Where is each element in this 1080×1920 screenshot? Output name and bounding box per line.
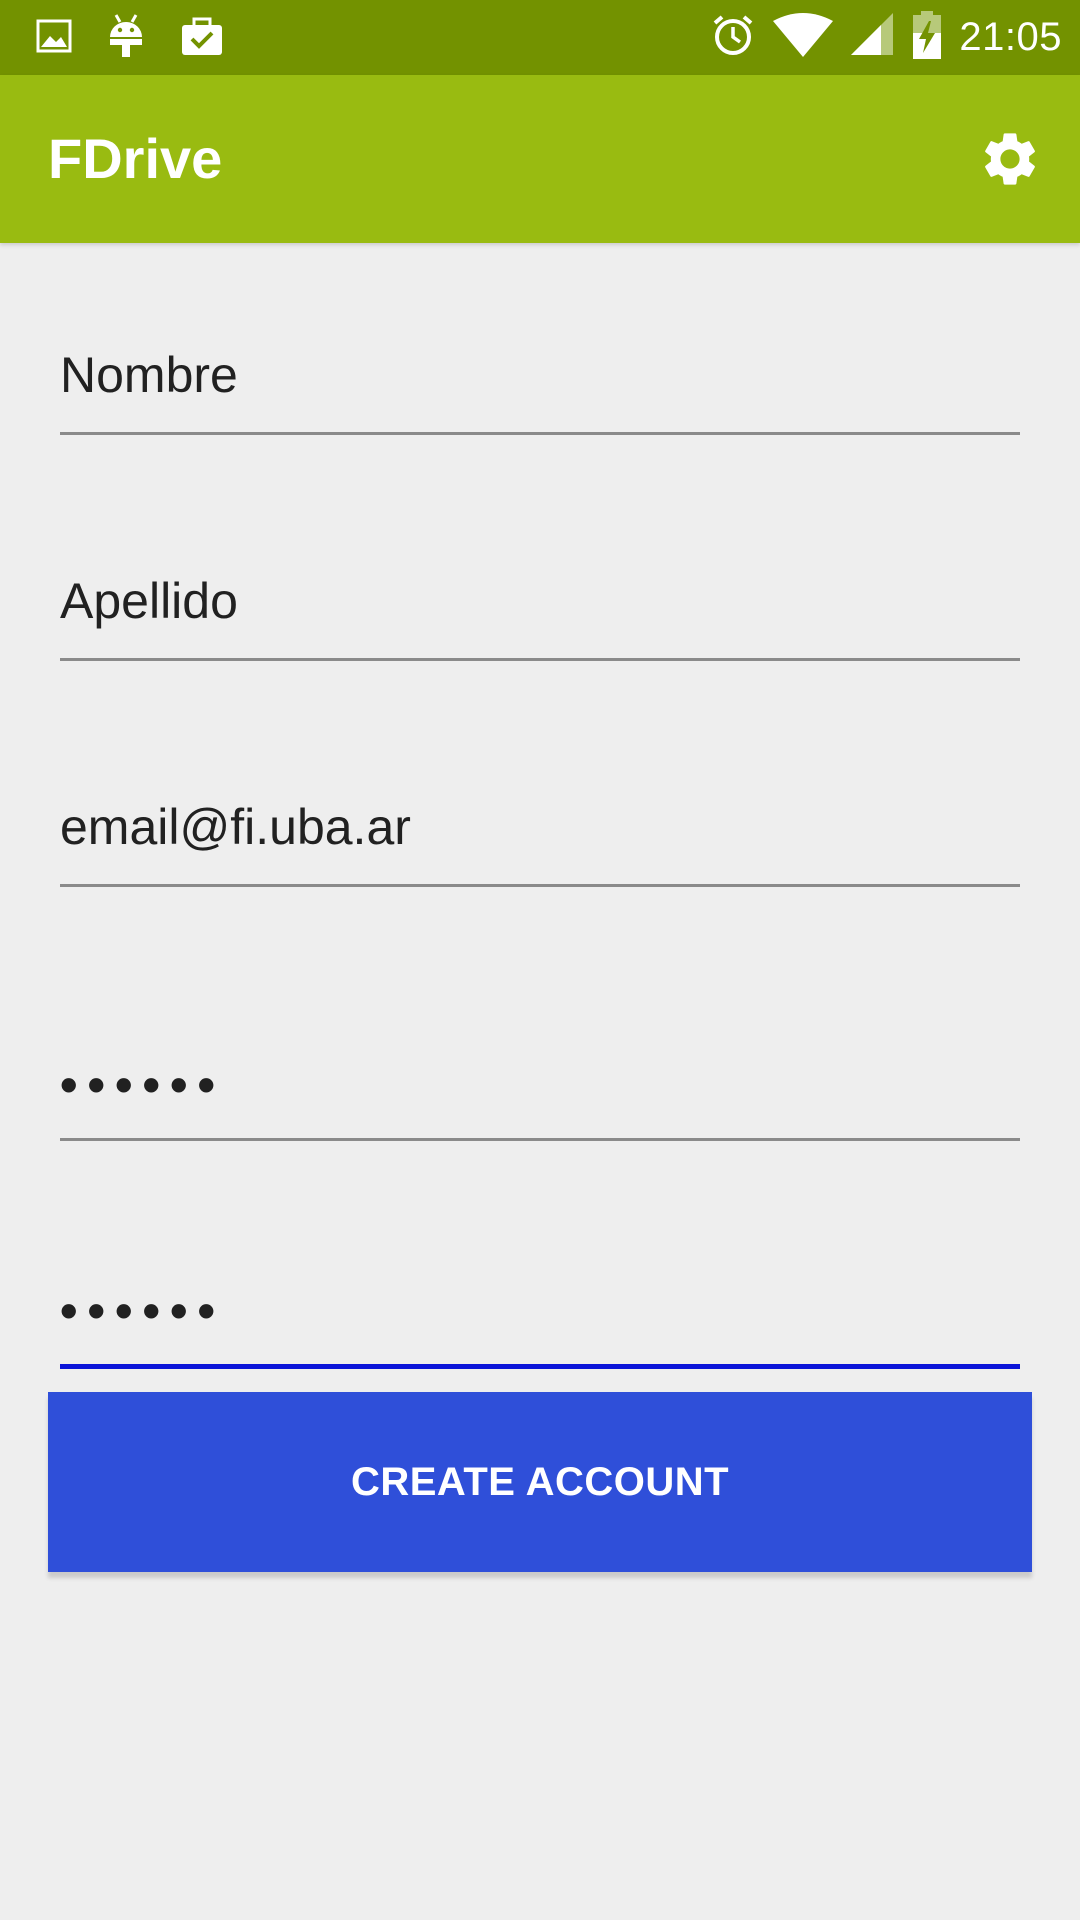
email-field[interactable]: email@fi.uba.ar [60, 792, 1020, 888]
wifi-icon [773, 13, 834, 62]
first-name-field[interactable]: Nombre [60, 340, 1020, 436]
first-name-value: Nombre [60, 347, 238, 403]
settings-button[interactable] [976, 125, 1044, 193]
image-icon [36, 19, 72, 58]
gear-icon [985, 133, 1035, 185]
last-name-underline [60, 658, 1020, 661]
app-bar: FDrive [0, 75, 1080, 243]
email-value: email@fi.uba.ar [60, 799, 411, 855]
briefcase-check-icon [180, 15, 224, 62]
notification-icons [36, 13, 224, 64]
system-icons: 21:05 [711, 0, 1062, 75]
password-value: •••••• [60, 1057, 226, 1113]
last-name-field[interactable]: Apellido [60, 566, 1020, 662]
app-title: FDrive [48, 127, 223, 190]
create-account-label: CREATE ACCOUNT [350, 1459, 730, 1504]
alarm-icon [711, 13, 755, 62]
password-underline [60, 1138, 1020, 1141]
confirm-password-field[interactable]: •••••• [60, 1272, 1020, 1372]
status-bar: 21:05 [0, 0, 1080, 75]
last-name-value: Apellido [60, 573, 238, 629]
first-name-underline [60, 432, 1020, 435]
confirm-password-underline [60, 1364, 1020, 1369]
email-underline [60, 884, 1020, 887]
battery-charging-icon [913, 11, 942, 64]
status-time: 21:05 [959, 15, 1062, 59]
android-icon [106, 13, 146, 64]
password-field[interactable]: •••••• [60, 1046, 1020, 1142]
cell-signal-icon [851, 13, 895, 62]
confirm-password-value: •••••• [60, 1283, 226, 1339]
create-account-button[interactable]: CREATE ACCOUNT [48, 1392, 1032, 1572]
